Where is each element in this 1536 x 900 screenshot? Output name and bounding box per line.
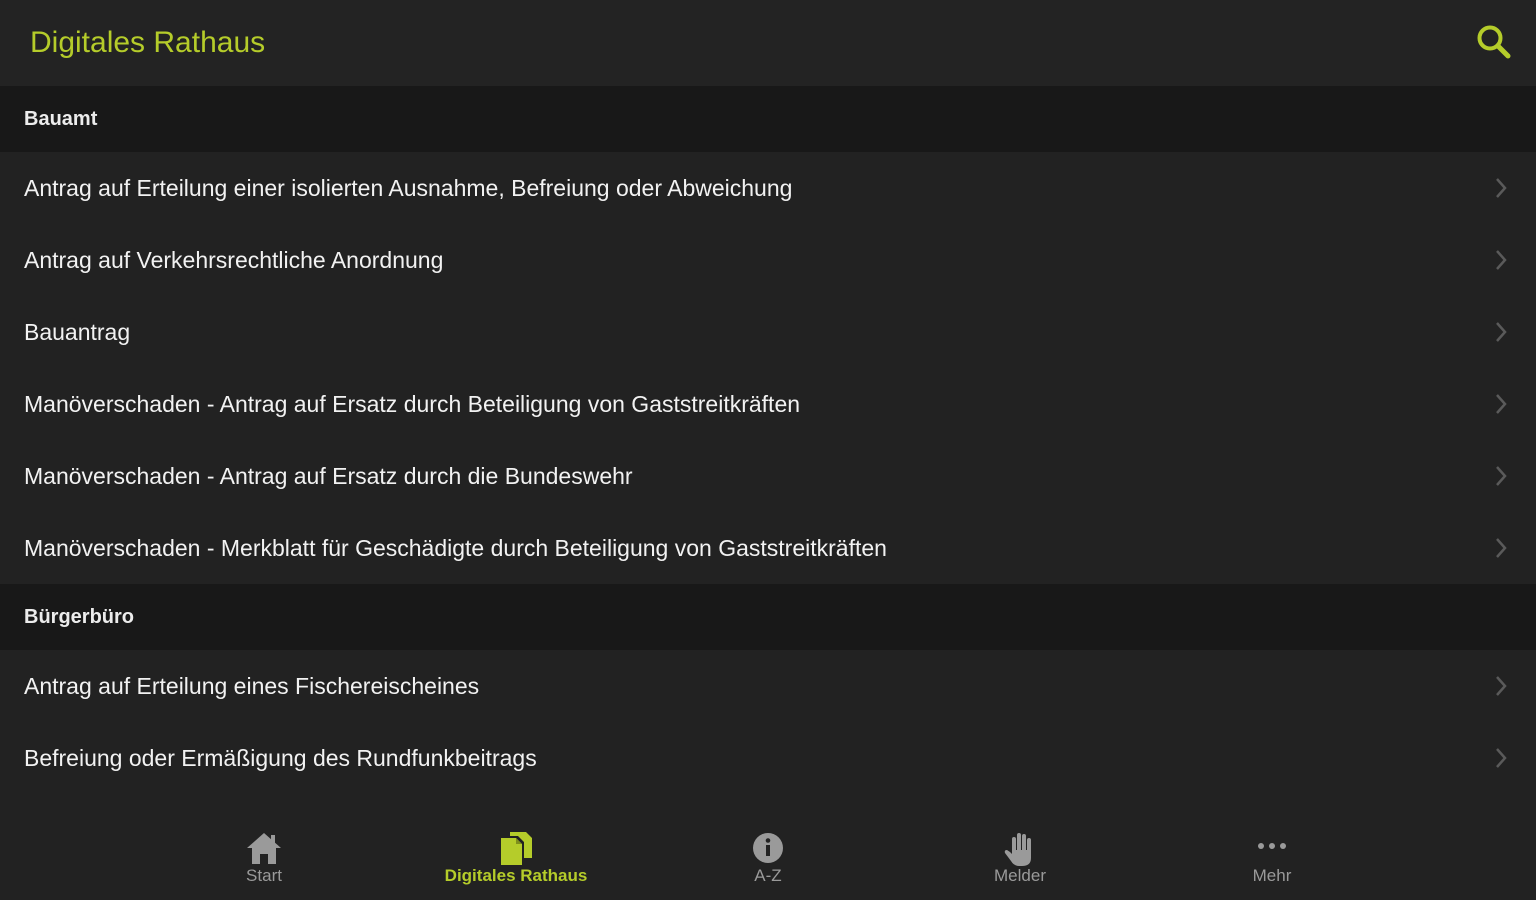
chevron-right-icon <box>1496 538 1507 558</box>
app-window: Digitales Rathaus Bauamt Antrag auf Erte… <box>0 0 1536 900</box>
chevron-right-icon <box>1496 748 1507 768</box>
chevron-right-icon <box>1496 322 1507 342</box>
list-item[interactable]: Antrag auf Erteilung einer isolierten Au… <box>0 152 1536 224</box>
list-item[interactable]: Manöverschaden - Merkblatt für Geschädig… <box>0 512 1536 584</box>
list-item-label: Manöverschaden - Merkblatt für Geschädig… <box>24 534 887 561</box>
list-item[interactable]: Befreiung oder Ermäßigung des Rundfunkbe… <box>0 722 1536 794</box>
nav-label: Melder <box>994 866 1046 885</box>
section-header-bauamt: Bauamt <box>0 86 1536 152</box>
nav-label: A-Z <box>754 866 782 885</box>
app-header: Digitales Rathaus <box>0 0 1536 86</box>
list-item-label: Antrag auf Erteilung eines Fischereische… <box>24 672 480 699</box>
nav-item-a-z[interactable]: A-Z <box>642 800 894 900</box>
list-item-label: Manöverschaden - Antrag auf Ersatz durch… <box>24 462 633 489</box>
search-button[interactable] <box>1474 22 1514 62</box>
nav-item-mehr[interactable]: Mehr <box>1146 800 1398 900</box>
section-header-buergerbuero: Bürgerbüro <box>0 584 1536 650</box>
chevron-right-icon <box>1496 394 1507 414</box>
list-item[interactable]: Manöverschaden - Antrag auf Ersatz durch… <box>0 368 1536 440</box>
hand-icon <box>1004 833 1031 866</box>
chevron-right-icon <box>1496 466 1507 486</box>
home-icon <box>247 833 281 864</box>
list-item[interactable]: Bauantrag <box>0 296 1536 368</box>
list-item-label: Befreiung oder Ermäßigung des Rundfunkbe… <box>24 744 537 771</box>
list-item[interactable]: Manöverschaden - Antrag auf Ersatz durch… <box>0 440 1536 512</box>
nav-label: Start <box>246 866 282 885</box>
chevron-right-icon <box>1496 178 1507 198</box>
chevron-right-icon <box>1496 250 1507 270</box>
more-icon <box>1258 843 1286 849</box>
list-item-label: Antrag auf Verkehrsrechtliche Anordnung <box>24 246 444 273</box>
list-item-label: Manöverschaden - Antrag auf Ersatz durch… <box>24 390 801 417</box>
service-list: Bauamt Antrag auf Erteilung einer isolie… <box>0 86 1536 800</box>
documents-icon <box>501 832 532 865</box>
chevron-right-icon <box>1496 676 1507 696</box>
info-icon <box>753 833 783 863</box>
nav-item-start[interactable]: Start <box>138 800 390 900</box>
nav-item-digitales-rathaus[interactable]: Digitales Rathaus <box>390 800 642 900</box>
bottom-navigation: Start Digitales Rathaus A-Z Melder Mehr <box>0 800 1536 900</box>
page-title: Digitales Rathaus <box>30 26 266 59</box>
list-item-label: Antrag auf Erteilung einer isolierten Au… <box>24 174 793 201</box>
list-item-label: Bauantrag <box>24 318 131 345</box>
nav-label: Mehr <box>1252 866 1292 885</box>
search-icon <box>1477 25 1511 59</box>
list-item[interactable]: Antrag auf Verkehrsrechtliche Anordnung <box>0 224 1536 296</box>
list-item[interactable]: Antrag auf Erteilung eines Fischereische… <box>0 650 1536 722</box>
nav-label: Digitales Rathaus <box>444 866 588 885</box>
nav-item-melder[interactable]: Melder <box>894 800 1146 900</box>
